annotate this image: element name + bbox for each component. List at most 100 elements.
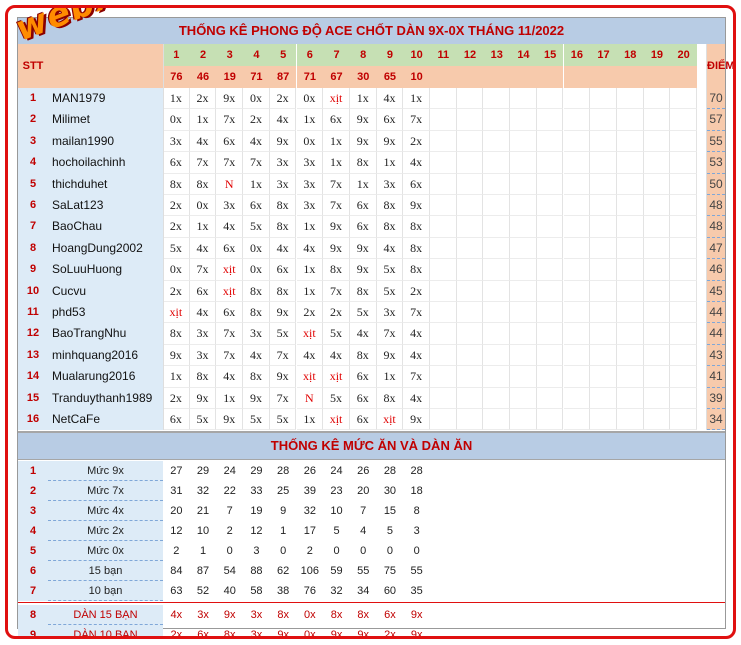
pick-cell: 8x [189,173,217,195]
day-number: 10 [403,44,430,66]
player-name: minhquang2016 [48,344,163,367]
stat-value: 52 [196,585,210,597]
pick-cell: 4x [376,237,404,260]
pick-cell [510,302,537,324]
stat-value: 22 [223,485,236,497]
stat-value: 17 [303,525,316,537]
pick-cell: 3x [269,173,297,195]
pick-cell [670,323,697,345]
stat-stt: 7 [18,581,48,601]
pick-cell: 5x [243,409,270,431]
player-name: SaLat123 [48,195,163,217]
pick-cell: 4x [349,323,377,345]
pick-cell: 5x [323,387,350,409]
pick-cell: 9x [403,195,430,217]
score-cell: 57 [707,109,725,131]
pick-cell: N [296,387,324,409]
score-cell: 48 [707,195,725,217]
pick-cell [590,216,617,238]
pick-cell: 6x [216,130,244,153]
stat-value: 24 [223,465,236,477]
pick-cell [536,237,564,260]
pick-cell [643,152,671,174]
pick-cell [483,152,511,174]
pick-cell [510,237,537,260]
pick-cell: 4x [269,109,297,131]
stat-value: 24 [330,465,343,477]
stat-value: 38 [277,585,290,597]
pick-cell: 2x [163,280,190,302]
stat-value: 28 [410,465,423,477]
pick-cell [456,173,484,195]
pick-cell [670,173,697,195]
pick-cell [643,259,671,281]
player-name: Mualarung2016 [48,366,163,388]
stat-stt: 9 [18,625,48,636]
pick-cell [643,280,671,302]
pick-cell: 4x [403,323,430,345]
pick-cell: 6x [243,195,270,217]
result-number: 65 [376,66,404,88]
pick-cell [430,237,457,260]
stt-number: 3 [18,130,48,153]
pick-cell: 4x [243,344,270,367]
stat-value: 9 [280,505,287,517]
stat-value: 9x [223,609,236,621]
pick-cell: 9x [323,237,350,260]
stat-label: Mức 2x [48,521,163,541]
pick-cell [616,409,644,431]
stat-value: 54 [223,565,236,577]
pick-cell: 2x [243,109,270,131]
pick-cell: 8x [269,216,297,238]
stat-value: 28 [277,465,290,477]
stt-number: 2 [18,109,48,131]
pick-cell: 1x [376,152,404,174]
pick-cell [456,130,484,153]
pick-cell [483,366,511,388]
pick-cell [536,387,564,409]
pick-cell: 1x [296,216,324,238]
pick-cell: 8x [403,216,430,238]
pick-cell: 5x [376,280,404,302]
player-name: Cucvu [48,280,163,302]
pick-cell [430,280,457,302]
pick-cell [536,130,564,153]
stat-value: 3x [250,609,263,621]
score-cell: 44 [707,302,725,324]
pick-cell: 4x [296,344,324,367]
pick-cell: 5x [189,409,217,431]
stat-value: 7 [226,505,233,517]
result-empty [456,66,484,88]
stat-value: 9x [410,609,423,621]
result-empty [430,66,457,88]
stat-value: 33 [250,485,263,497]
day-number: 5 [269,44,297,66]
pick-cell: 5x [243,216,270,238]
stat-stt: 5 [18,541,48,561]
stat-value: 29 [250,465,263,477]
stat-stt: 3 [18,501,48,521]
pick-cell: 9x [376,130,404,153]
pick-cell: 3x [376,302,404,324]
pick-cell: 4x [216,366,244,388]
result-number: 30 [349,66,377,88]
stat-value: 8x [277,609,289,621]
score-cell: 53 [707,152,725,174]
pick-cell: 1x [323,152,350,174]
result-number: 10 [403,66,430,88]
player-name: Tranduythanh1989 [48,387,163,409]
stat-value: 32 [196,485,210,497]
stat-value: 8x [330,609,343,621]
pick-cell [563,173,591,195]
stat-label: 15 bạn [48,561,163,581]
pick-cell: 1x [296,409,324,431]
pick-cell: 1x [323,130,350,153]
pick-cell [510,387,537,409]
pick-cell: 8x [243,366,270,388]
score-cell: 55 [707,130,725,153]
pick-cell: 0x [163,109,190,131]
pick-cell: 9x [163,344,190,367]
stat-value: 0x [304,629,316,639]
pick-cell [536,109,564,131]
pick-cell [510,366,537,388]
